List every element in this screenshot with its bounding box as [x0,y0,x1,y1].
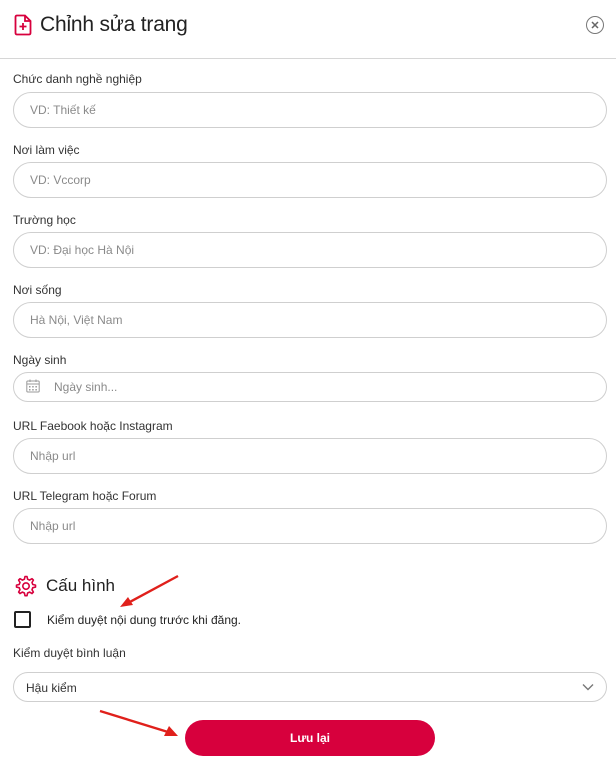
residence-input[interactable] [13,302,607,338]
moderate-content-checkbox[interactable] [14,611,31,628]
moderate-content-label: Kiểm duyệt nội dung trước khi đăng. [47,613,242,627]
add-document-icon [14,14,32,36]
job-title-input[interactable] [13,92,607,128]
facebook-url-label: URL Faebook hoặc Instagram [13,419,173,433]
birthday-label: Ngày sinh [13,353,67,367]
job-title-label: Chức danh nghề nghiệp [13,72,142,86]
close-button[interactable] [586,16,604,34]
close-icon [591,21,599,29]
school-input[interactable] [13,232,607,268]
telegram-url-label: URL Telegram hoặc Forum [13,489,157,503]
residence-label: Nơi sống [13,283,62,297]
page-title: Chỉnh sửa trang [40,13,188,36]
telegram-url-input[interactable] [13,508,607,544]
annotation-arrow-icon [120,574,179,607]
comment-moderation-value: Hậu kiểm [26,681,77,695]
comment-moderation-label: Kiểm duyệt bình luận [13,646,126,660]
school-label: Trường học [13,213,76,227]
annotation-arrow-icon [99,709,178,736]
workplace-input[interactable] [13,162,607,198]
header-divider [0,58,616,59]
comment-moderation-select[interactable]: Hậu kiểm [13,672,607,702]
header: Chỉnh sửa trang [0,0,616,58]
gear-icon [15,575,37,597]
save-button[interactable]: Lưu lại [185,720,435,756]
config-section-title: Cấu hình [46,576,115,595]
chevron-down-icon [582,684,594,691]
birthday-input[interactable] [13,372,607,402]
workplace-label: Nơi làm việc [13,143,80,157]
facebook-url-input[interactable] [13,438,607,474]
calendar-icon [26,379,40,393]
